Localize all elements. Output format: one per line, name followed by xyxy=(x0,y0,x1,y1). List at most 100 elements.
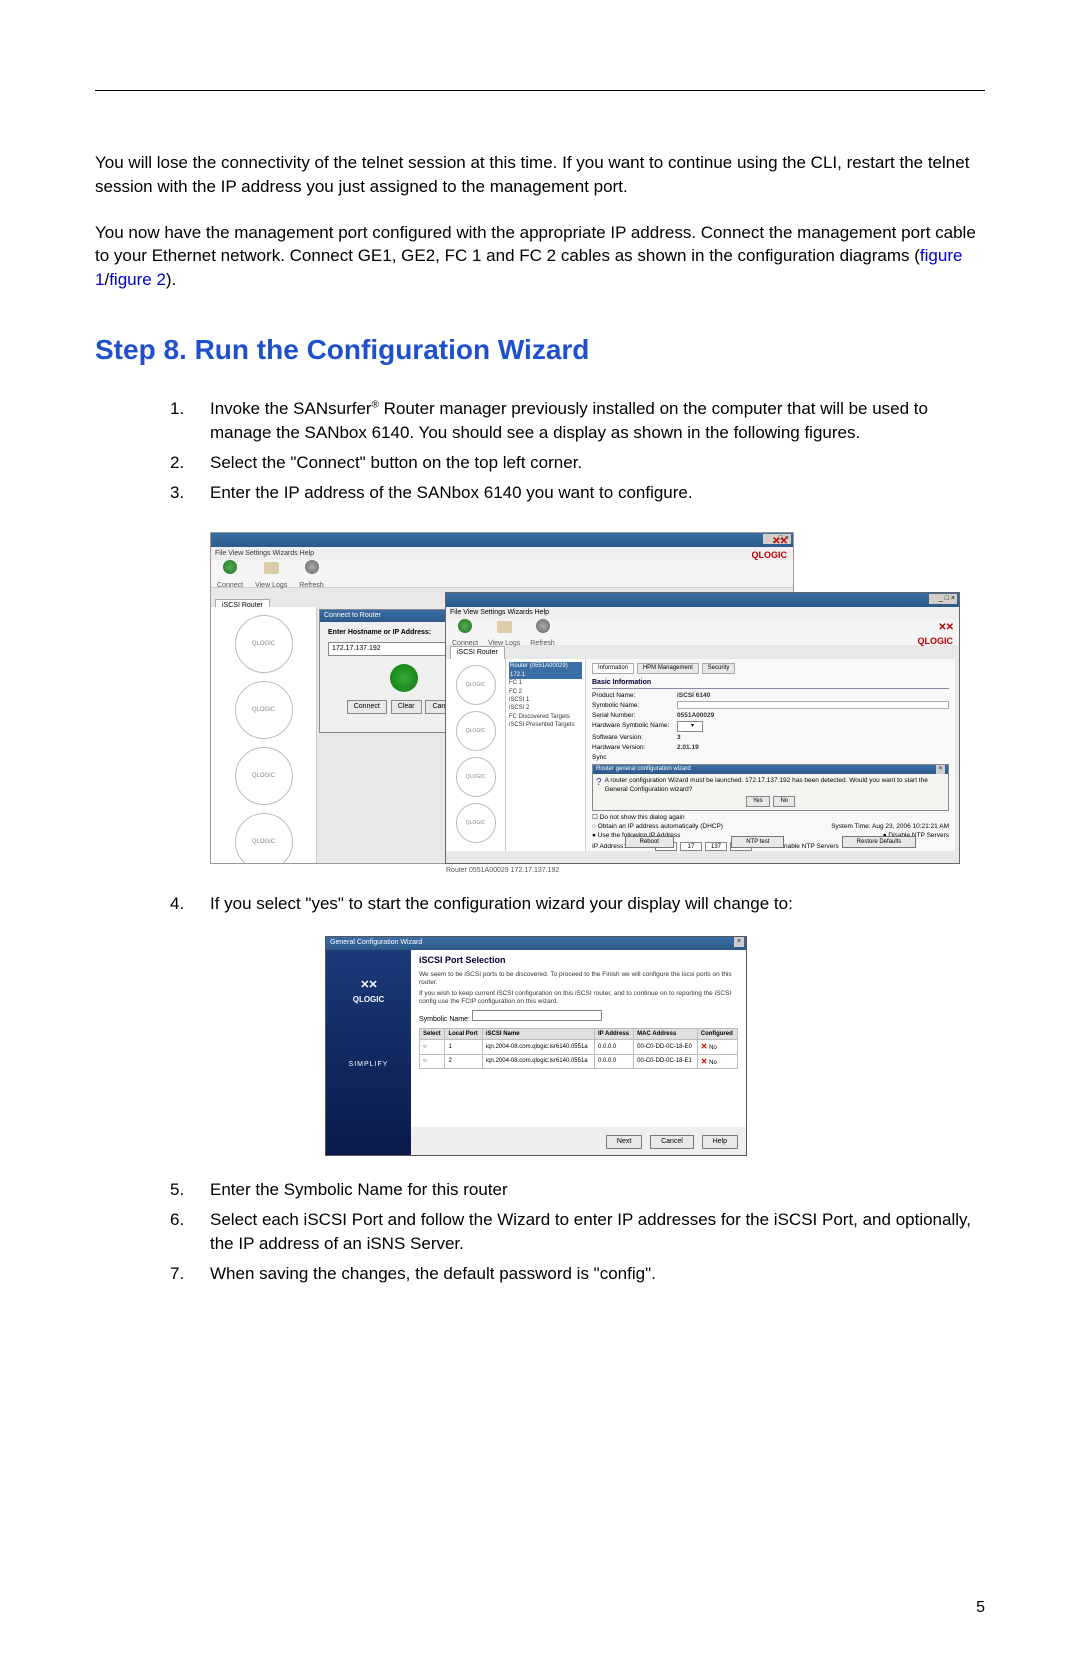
para2-text-a: You now have the management port configu… xyxy=(95,223,976,266)
num-6: 6. xyxy=(170,1208,210,1256)
no-button[interactable]: No xyxy=(773,796,795,806)
num-2: 2. xyxy=(170,451,210,475)
wiz-logo: ✕✕ QLOGIC xyxy=(326,978,411,1005)
left-panel: QLOGIC QLOGIC QLOGIC QLOGIC xyxy=(211,607,317,864)
sym-lbl: Symbolic Name: xyxy=(592,701,677,710)
tree-iscsi-pres[interactable]: iSCSI Presented Targets xyxy=(509,721,582,729)
para-mgmt-port: You now have the management port configu… xyxy=(95,221,985,292)
ntptest-button[interactable]: NTP test xyxy=(731,836,784,848)
connect-icon[interactable] xyxy=(223,560,237,574)
sel-radio-1[interactable]: ○ xyxy=(420,1040,445,1054)
text-6: Select each iSCSI Port and follow the Wi… xyxy=(210,1208,985,1256)
status-bar: Router 0551A00029 172.17.137.192 xyxy=(446,866,559,876)
s2-main-panel: Information HPM Management Security Basi… xyxy=(586,659,955,851)
dialog-close-icon[interactable]: × xyxy=(936,765,945,773)
sw-val: 3 xyxy=(677,733,949,742)
wiz-sym-lbl: Symbolic Name: xyxy=(419,1016,470,1023)
ring-2: QLOGIC xyxy=(235,681,293,739)
table-row: ○ 2 iqn.2004-08.com.qlogic:isr6140.0551a… xyxy=(420,1054,738,1068)
ring-3: QLOGIC xyxy=(235,747,293,805)
ring-4: QLOGIC xyxy=(235,813,293,864)
num-7: 7. xyxy=(170,1262,210,1286)
tree-iscsi1[interactable]: iSCSI 1 xyxy=(509,696,582,704)
systime-val: Aug 23, 2006 10:21:21 AM xyxy=(872,823,949,830)
sym-input[interactable] xyxy=(677,701,949,709)
sync-lbl: Sync xyxy=(592,753,606,762)
wiz-sym-input[interactable] xyxy=(472,1010,602,1021)
th-select: Select xyxy=(420,1028,445,1039)
window-titlebar: _ □ × xyxy=(211,533,793,547)
question-icon: ? xyxy=(596,776,602,794)
clear-button[interactable]: Clear xyxy=(391,700,422,714)
reboot-button[interactable]: Reboot xyxy=(625,836,674,848)
figure-sansurfer: _ □ × File View Settings Wizards Help Co… xyxy=(210,532,985,864)
instructions-2: 4. If you select "yes" to start the conf… xyxy=(95,892,985,916)
wizard-titlebar: General Configuration Wizard × xyxy=(326,937,746,950)
para-telnet: You will lose the connectivity of the te… xyxy=(95,151,985,199)
ser-val: 0551A00029 xyxy=(677,711,949,720)
ip-input[interactable]: 172.17.137.192 xyxy=(328,642,456,656)
text-5: Enter the Symbolic Name for this router xyxy=(210,1178,985,1202)
s2-connect-icon[interactable] xyxy=(458,619,472,633)
th-port: Local Port xyxy=(445,1028,482,1039)
connect-label[interactable]: Connect xyxy=(217,581,243,591)
th-conf: Configured xyxy=(697,1028,737,1039)
num-3: 3. xyxy=(170,481,210,505)
wiz-desc2: If you wish to keep current iSCSI config… xyxy=(419,990,738,1006)
prod-lbl: Product Name: xyxy=(592,691,677,700)
next-button[interactable]: Next xyxy=(606,1135,642,1149)
refresh-icon[interactable] xyxy=(305,560,319,574)
wiz-cancel-button[interactable]: Cancel xyxy=(650,1135,694,1149)
para2-text-b: ). xyxy=(166,270,176,289)
chk-noshow[interactable]: ☐ xyxy=(592,814,600,821)
tab-security[interactable]: Security xyxy=(702,663,736,673)
figure-wizard: General Configuration Wizard × ✕✕ QLOGIC… xyxy=(325,936,985,1156)
num-5: 5. xyxy=(170,1178,210,1202)
sw-lbl: Software Version: xyxy=(592,733,677,742)
sansurfer-window-main: _ □ × File View Settings Wizards Help Co… xyxy=(445,592,960,864)
s2-refresh-icon[interactable] xyxy=(536,619,550,633)
restore-button[interactable]: Restore Defaults xyxy=(842,836,917,848)
tree-fc-disc[interactable]: FC Discovered Targets xyxy=(509,713,582,721)
basic-info-heading: Basic Information xyxy=(592,678,949,689)
figure2-link[interactable]: figure 2 xyxy=(109,270,166,289)
help-button[interactable]: Help xyxy=(702,1135,738,1149)
prod-val: iSCSI 6140 xyxy=(677,691,949,700)
text-1: Invoke the SANsurfer® Router manager pre… xyxy=(210,397,985,445)
th-mac: MAC Address xyxy=(634,1028,698,1039)
s2-ring2: QLOGIC xyxy=(456,711,496,751)
th-ip: IP Address xyxy=(594,1028,633,1039)
tree-fc1[interactable]: FC 1 xyxy=(509,679,582,687)
x-icon: ✕ xyxy=(701,1057,708,1066)
step8-heading: Step 8. Run the Configuration Wizard xyxy=(95,330,985,369)
viewlogs-label[interactable]: View Logs xyxy=(255,581,287,591)
s2-ring3: QLOGIC xyxy=(456,757,496,797)
yes-button[interactable]: Yes xyxy=(746,796,770,806)
viewlogs-icon[interactable] xyxy=(264,562,279,574)
s2-menu[interactable]: File View Settings Wizards Help xyxy=(446,607,959,619)
s2-tree[interactable]: Router (0551A00029) 172.1 FC 1 FC 2 iSCS… xyxy=(506,659,586,851)
s2-toolbar: Connect View Logs Refresh ✕✕ QLOGIC xyxy=(446,619,959,645)
connect-button[interactable]: Connect xyxy=(347,700,387,714)
s2-window-controls-icon[interactable]: _ □ × xyxy=(929,594,957,604)
dialog-titlebar: Router general configuration wizard × xyxy=(593,765,948,774)
instructions-3: 5. Enter the Symbolic Name for this rout… xyxy=(95,1178,985,1285)
instructions-1: 1. Invoke the SANsurfer® Router manager … xyxy=(95,397,985,504)
wiz-close-icon[interactable]: × xyxy=(734,937,744,947)
wizard-window: General Configuration Wizard × ✕✕ QLOGIC… xyxy=(325,936,747,1156)
wizard-buttonbar: Next Cancel Help xyxy=(603,1126,738,1150)
text-4: If you select "yes" to start the configu… xyxy=(210,892,985,916)
x-icon: ✕ xyxy=(701,1042,708,1051)
sel-radio-2[interactable]: ○ xyxy=(420,1054,445,1068)
refresh-label[interactable]: Refresh xyxy=(299,581,324,591)
wizard-sidebar: ✕✕ QLOGIC SIMPLIFY xyxy=(326,950,411,1155)
s2-viewlogs-icon[interactable] xyxy=(497,621,512,633)
tree-iscsi2[interactable]: iSCSI 2 xyxy=(509,704,582,712)
tree-root[interactable]: Router (0551A00029) 172.1 xyxy=(509,662,582,679)
num-1: 1. xyxy=(170,397,210,445)
wiz-heading: iSCSI Port Selection xyxy=(419,954,738,967)
tree-fc2[interactable]: FC 2 xyxy=(509,688,582,696)
tab-information[interactable]: Information xyxy=(592,663,634,673)
tab-mgmt[interactable]: HPM Management xyxy=(637,663,699,673)
hw-dropdown[interactable]: ▾ xyxy=(677,721,703,731)
